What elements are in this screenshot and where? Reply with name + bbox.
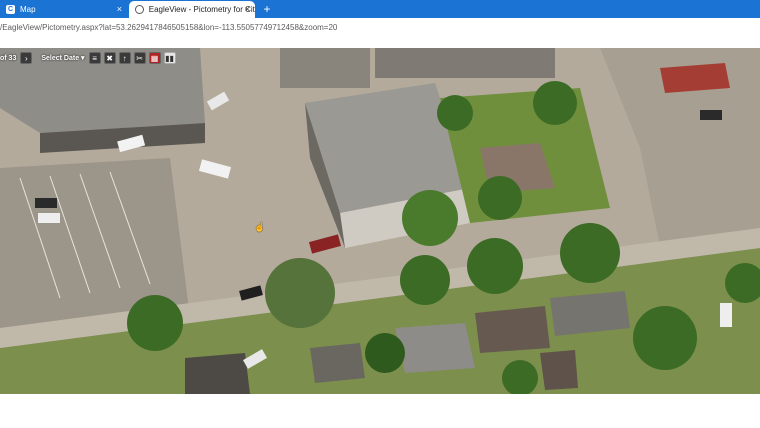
height-measure-icon[interactable]: ↑ — [118, 52, 131, 64]
tab-bar: C Map × EagleView - Pictometry for City … — [0, 0, 760, 18]
calendar-icon[interactable]: ▦ — [148, 52, 161, 64]
tab-map[interactable]: C Map × — [0, 0, 127, 18]
chevron-down-icon: ▾ — [81, 55, 85, 62]
select-date-label: Select Date — [41, 55, 80, 62]
globe-icon — [135, 5, 144, 14]
address-url[interactable]: /EagleView/Pictometry.aspx?lat=53.262941… — [0, 23, 337, 32]
aerial-imagery-view[interactable] — [0, 48, 760, 394]
aerial-image — [0, 48, 760, 394]
map-app-icon: C — [6, 4, 15, 14]
next-image-button[interactable]: › — [20, 52, 33, 64]
hand-cursor-icon: ☝ — [254, 222, 266, 232]
page-top-strip — [0, 38, 760, 48]
select-date-dropdown[interactable]: Select Date ▾ — [41, 54, 84, 62]
clear-measure-icon[interactable]: ✂ — [133, 52, 146, 64]
page-footer — [0, 394, 760, 428]
image-page-count: of 33 — [0, 54, 17, 62]
address-bar: /EagleView/Pictometry.aspx?lat=53.262941… — [0, 18, 760, 39]
tab-eagleview-close-icon[interactable]: × — [245, 3, 250, 15]
tab-map-close-icon[interactable]: × — [117, 3, 122, 15]
layers-icon[interactable]: ≡ — [88, 52, 101, 64]
tab-eagleview-title: EagleView - Pictometry for City — [148, 5, 255, 14]
new-tab-button[interactable]: + — [260, 2, 274, 16]
measure-tools-icon[interactable]: ✖ — [103, 52, 116, 64]
tab-map-title: Map — [20, 4, 36, 14]
imagery-toolbar: of 33 › Select Date ▾ ≡ ✖ ↑ ✂ ▦ ▮▮ — [0, 51, 179, 65]
split-view-icon[interactable]: ▮▮ — [163, 52, 176, 64]
tab-eagleview[interactable]: EagleView - Pictometry for City × — [129, 1, 255, 18]
